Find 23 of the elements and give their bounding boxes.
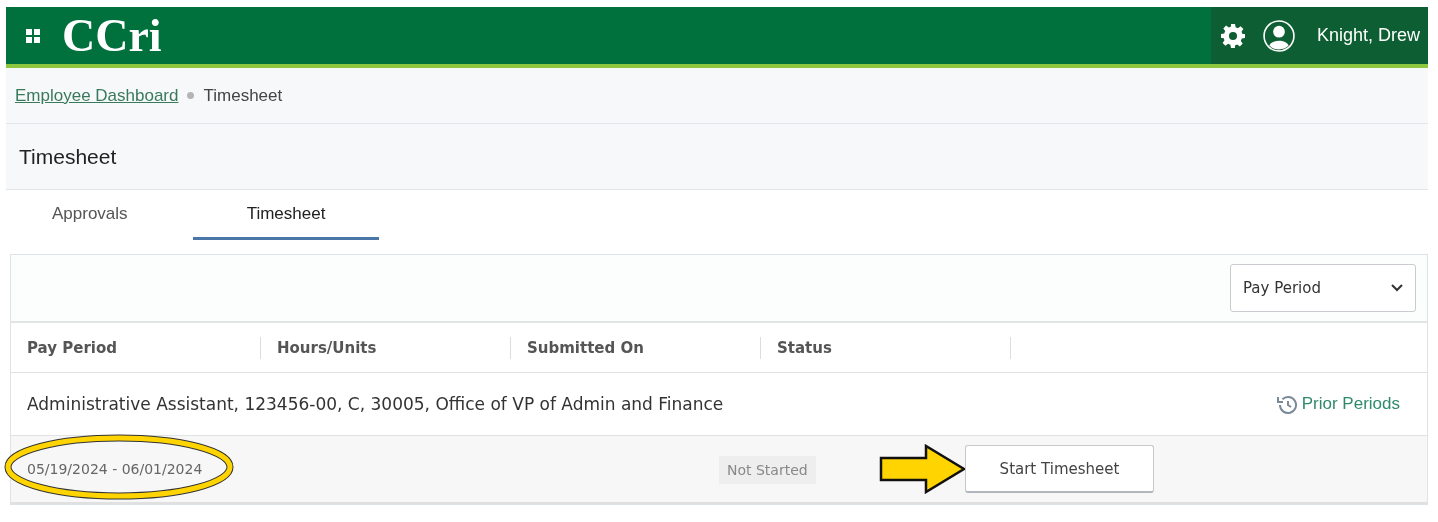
breadcrumb-separator-icon: [187, 92, 195, 99]
prior-periods-link[interactable]: Prior Periods: [1275, 393, 1400, 415]
page-title: Timesheet: [19, 144, 117, 169]
breadcrumb-current: Timesheet: [203, 85, 283, 106]
settings-icon[interactable]: [1220, 23, 1245, 48]
tab[interactable]: Timesheet: [193, 190, 379, 240]
pay-period-dropdown[interactable]: Pay Period: [1230, 264, 1416, 312]
job-title: Administrative Assistant, 123456-00, C, 30005, Office of VP of Admin and Finance: [27, 394, 724, 414]
chevron-down-icon: [1391, 284, 1403, 292]
column-header: Submitted On: [511, 336, 761, 359]
logo[interactable]: CCri: [62, 7, 162, 64]
apps-menu-icon[interactable]: [26, 28, 40, 43]
user-name[interactable]: Knight, Drew: [1316, 25, 1420, 46]
status-badge: Not Started: [719, 455, 816, 484]
history-icon: [1275, 393, 1298, 415]
column-header: Hours/Units: [261, 336, 511, 359]
column-header: Status: [761, 336, 1011, 359]
start-timesheet-button[interactable]: Start Timesheet: [965, 445, 1154, 493]
tab[interactable]: Approvals: [27, 190, 187, 240]
user-avatar-icon[interactable]: [1262, 19, 1295, 52]
pay-period-dates: 05/19/2024 - 06/01/2024: [27, 461, 203, 477]
column-header: Pay Period: [11, 336, 261, 359]
breadcrumb-link[interactable]: Employee Dashboard: [15, 85, 179, 106]
